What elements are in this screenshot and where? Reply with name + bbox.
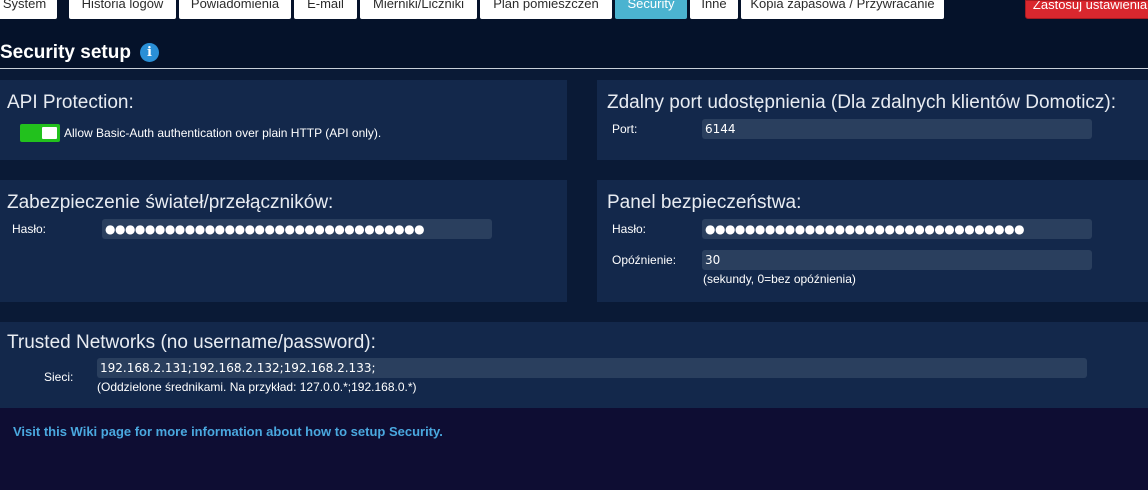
delay-hint: (sekundy, 0=bez opóźnienia): [703, 272, 856, 286]
networks-label: Sieci:: [44, 370, 74, 384]
tab-notifications[interactable]: Powiadomienia: [179, 0, 291, 19]
tab-security[interactable]: Security: [615, 0, 687, 19]
basic-auth-toggle[interactable]: [20, 124, 60, 142]
tab-other[interactable]: Inne: [690, 0, 738, 19]
remote-port-title: Zdalny port udostępnienia (Dla zdalnych …: [607, 92, 1117, 113]
tab-email[interactable]: E-mail: [294, 0, 357, 19]
security-panel-title: Panel bezpieczeństwa:: [607, 192, 802, 213]
page-title: Security setup: [0, 42, 131, 63]
security-wiki-link[interactable]: Visit this Wiki page for more informatio…: [13, 424, 443, 439]
tab-floorplans[interactable]: Plan pomieszczeń: [480, 0, 612, 19]
basic-auth-label: Allow Basic-Auth authentication over pla…: [64, 126, 382, 140]
security-panel-password-input[interactable]: ●●●●●●●●●●●●●●●●●●●●●●●●●●●●●●●●: [702, 219, 1092, 239]
port-input[interactable]: 6144: [702, 119, 1092, 139]
delay-input[interactable]: 30: [702, 250, 1092, 270]
port-label: Port:: [612, 122, 638, 136]
delay-label: Opóźnienie:: [612, 253, 677, 267]
light-switch-protection-title: Zabezpieczenie świateł/przełączników:: [7, 192, 334, 213]
trusted-networks-title: Trusted Networks (no username/password):: [7, 332, 376, 353]
tab-bar: System Historia logów Powiadomienia E-ma…: [0, 0, 1148, 19]
api-protection-title: API Protection:: [7, 92, 134, 113]
tab-system[interactable]: System: [0, 0, 57, 19]
tab-log-history[interactable]: Historia logów: [69, 0, 176, 19]
header-band: [0, 19, 1148, 69]
light-switch-password-label: Hasło:: [12, 222, 47, 236]
light-switch-password-input[interactable]: ●●●●●●●●●●●●●●●●●●●●●●●●●●●●●●●●: [102, 219, 492, 239]
apply-settings-button[interactable]: Zastosuj ustawienia: [1025, 0, 1148, 19]
networks-input[interactable]: 192.168.2.131;192.168.2.132;192.168.2.13…: [97, 358, 1087, 378]
info-icon[interactable]: i: [140, 43, 159, 62]
security-panel-password-label: Hasło:: [612, 222, 647, 236]
toggle-knob: [42, 127, 57, 139]
tab-backup-restore[interactable]: Kopia zapasowa / Przywracanie: [741, 0, 944, 19]
tab-meters-counters[interactable]: Mierniki/Liczniki: [360, 0, 477, 19]
networks-hint: (Oddzielone średnikami. Na przykład: 127…: [97, 380, 417, 394]
